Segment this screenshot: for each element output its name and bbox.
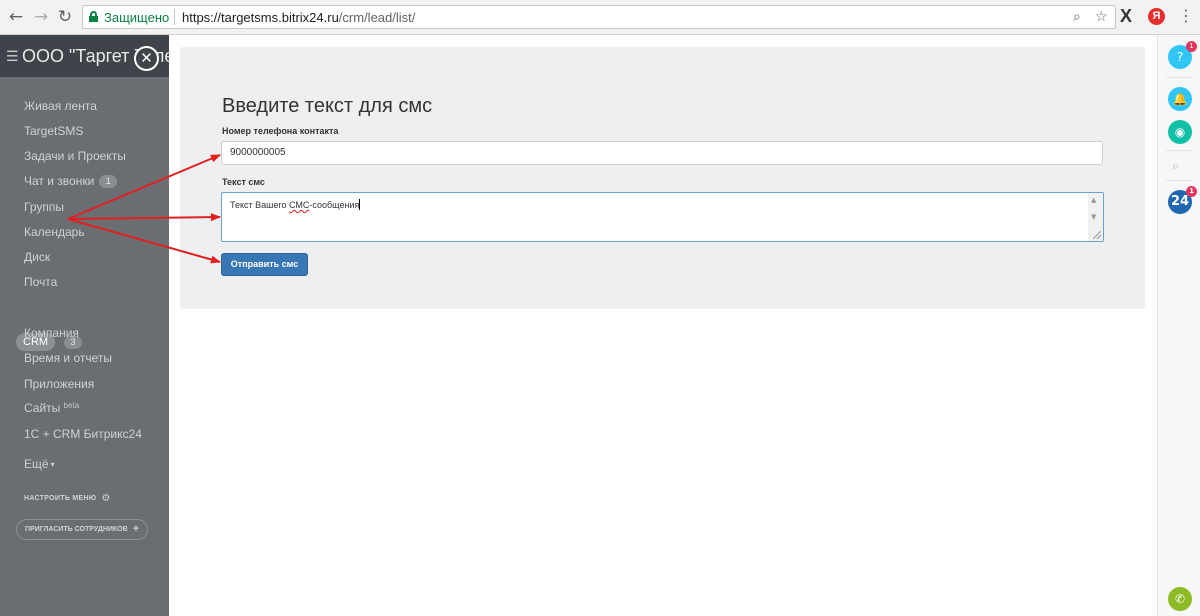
phone-label: Номер телефона контакта xyxy=(222,126,339,136)
gear-icon: ⚙ xyxy=(101,493,111,504)
sidebar-item-chat[interactable]: Чат и звонки 1 xyxy=(24,174,118,188)
phone-input[interactable]: 9000000005 xyxy=(221,141,1103,165)
b24-badge: 1 xyxy=(1186,186,1197,197)
forward-icon[interactable]: → xyxy=(31,7,51,27)
sms-text-label: Текст смс xyxy=(222,177,265,187)
form-title: Введите текст для смс xyxy=(222,95,433,117)
chat-count-badge: 1 xyxy=(99,175,118,188)
sidebar-item-more[interactable]: Ещё ▾ xyxy=(24,457,55,471)
right-panel: ? 1 🔔 ◉ ⌕ 24 1 ✆ xyxy=(1157,35,1200,616)
help-badge: 1 xyxy=(1186,41,1197,52)
phone-icon[interactable]: ✆ xyxy=(1168,587,1192,611)
send-sms-button[interactable]: Отправить смс xyxy=(221,253,308,276)
sidebar-item-targetsms[interactable]: TargetSMS xyxy=(24,124,83,138)
beta-tag: beta xyxy=(63,401,80,410)
address-bar[interactable]: Защищено https://targetsms.bitrix24.ru/c… xyxy=(82,5,1116,29)
back-icon[interactable]: ← xyxy=(6,7,26,27)
lock-icon xyxy=(89,11,98,22)
configure-menu-button[interactable]: НАСТРОИТЬ МЕНЮ ⚙ xyxy=(24,493,111,504)
resize-handle-icon[interactable] xyxy=(1093,231,1101,239)
search-icon[interactable]: ⌕ xyxy=(1172,159,1179,174)
scroll-up-icon[interactable]: ▲ xyxy=(1091,196,1096,204)
chevron-down-icon: ▾ xyxy=(50,460,55,469)
invite-employees-button[interactable]: ПРИГЛАСИТЬ СОТРУДНИКОВ + xyxy=(16,519,149,540)
yandex-extension-icon[interactable]: Я xyxy=(1148,8,1165,25)
help-icon[interactable]: ? 1 xyxy=(1168,41,1197,69)
bell-icon[interactable]: 🔔 xyxy=(1168,87,1192,111)
sidebar-item-label: Ещё xyxy=(24,457,49,471)
main-area: Введите текст для смс Номер телефона кон… xyxy=(169,35,1157,616)
sidebar-item-calendar[interactable]: Календарь xyxy=(24,225,85,239)
secure-label: Защищено xyxy=(104,10,170,25)
more-vert-icon[interactable]: ⋮ xyxy=(1178,6,1194,25)
bitrix24-icon[interactable]: 24 1 xyxy=(1168,186,1197,214)
url-separator xyxy=(174,9,175,25)
sidebar-item-tasks[interactable]: Задачи и Проекты xyxy=(24,149,126,163)
zoom-icon[interactable]: ⌕ xyxy=(1073,9,1081,25)
sidebar-item-label: Сайты xyxy=(24,401,61,415)
menu-icon[interactable]: ☰ xyxy=(6,48,19,65)
url-text: https://targetsms.bitrix24.ru/crm/lead/l… xyxy=(182,10,416,25)
sidebar-item-groups[interactable]: Группы xyxy=(24,200,64,214)
reload-icon[interactable]: ↻ xyxy=(55,7,75,27)
close-slider-button[interactable]: ✕ xyxy=(134,46,159,71)
left-sidebar: ☰ ООО "Таргет Теле ✕ Живая лента TargetS… xyxy=(0,35,169,616)
sidebar-item-mail[interactable]: Почта xyxy=(24,275,57,289)
chat-icon[interactable]: ◉ xyxy=(1168,120,1192,144)
star-icon[interactable]: ☆ xyxy=(1095,9,1108,25)
sidebar-item-time-reports[interactable]: Время и отчеты xyxy=(24,351,112,365)
sidebar-item-1c-crm[interactable]: 1С + CRM Битрикс24 xyxy=(24,427,142,441)
sms-form-panel: Введите текст для смс Номер телефона кон… xyxy=(180,47,1145,309)
extension-x-icon[interactable]: X xyxy=(1120,6,1132,27)
sidebar-item-apps[interactable]: Приложения xyxy=(24,377,94,391)
sidebar-item-label: Чат и звонки xyxy=(24,174,95,188)
sms-text-value: Текст Вашего СМС-сообщения xyxy=(230,199,361,210)
browser-toolbar: ← → ↻ Защищено https://targetsms.bitrix2… xyxy=(0,0,1200,35)
scroll-down-icon[interactable]: ▼ xyxy=(1091,213,1096,221)
sidebar-item-disk[interactable]: Диск xyxy=(24,250,50,264)
sidebar-item-sites[interactable]: Сайты beta xyxy=(24,401,79,415)
sms-textarea[interactable]: Текст Вашего СМС-сообщения ▲ ▼ xyxy=(221,192,1104,242)
sidebar-item-live-feed[interactable]: Живая лента xyxy=(24,99,97,113)
sidebar-item-company[interactable]: Компания xyxy=(24,326,79,340)
plus-icon: + xyxy=(132,523,140,535)
